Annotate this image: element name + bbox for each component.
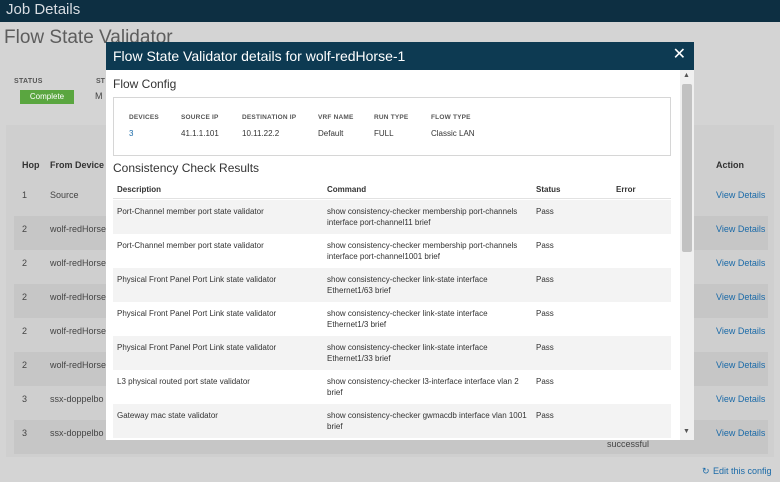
table-row: Physical Front Panel Port Link state val… xyxy=(113,302,671,336)
hop-cell: 2 xyxy=(22,326,28,336)
from-device-cell: wolf-redHorse xyxy=(50,360,107,370)
status-cell: Pass xyxy=(536,309,554,318)
hop-cell: 2 xyxy=(22,224,28,234)
from-device-column-header: From Device xyxy=(50,160,105,170)
error-column-header: Error xyxy=(616,185,636,194)
description-cell: Port-Channel member port state validator xyxy=(117,241,264,250)
flow-type-value: Classic LAN xyxy=(431,129,475,138)
source-ip-value: 41.1.1.101 xyxy=(181,129,219,138)
from-device-cell: wolf-redHorse xyxy=(50,258,107,268)
command-cell: show consistency-checker link-state inte… xyxy=(327,343,488,363)
source-ip-label: SOURCE IP xyxy=(181,114,219,121)
from-device-cell: Source xyxy=(50,190,79,200)
command-cell: show consistency-checker link-state inte… xyxy=(327,275,488,295)
refresh-icon: ↻ xyxy=(702,466,710,476)
view-details-link[interactable]: View Details xyxy=(716,190,765,200)
table-row: Gateway mac state validator show consist… xyxy=(113,404,671,438)
devices-value-link[interactable]: 3 xyxy=(129,129,133,138)
table-row: Physical Front Panel Port Link state val… xyxy=(113,336,671,370)
destination-ip-label: DESTINATION IP xyxy=(242,114,297,121)
modal-body: Flow Config DEVICES 3 SOURCE IP 41.1.1.1… xyxy=(106,70,680,440)
table-row: Port-Channel member port state validator… xyxy=(113,234,671,268)
description-cell: L3 physical routed port state validator xyxy=(117,377,250,386)
modal-header: Flow State Validator details for wolf-re… xyxy=(106,42,694,70)
app-header-title: Job Details xyxy=(6,1,81,18)
hop-cell: 3 xyxy=(22,428,28,438)
from-device-cell: wolf-redHorse xyxy=(50,292,107,302)
from-device-cell: wolf-redHorse xyxy=(50,224,107,234)
action-column-header: Action xyxy=(716,160,744,170)
edit-config-link[interactable]: Edit this config xyxy=(713,466,772,476)
flow-config-panel: DEVICES 3 SOURCE IP 41.1.1.101 DESTINATI… xyxy=(113,97,671,156)
status-cell: Pass xyxy=(536,377,554,386)
view-details-link[interactable]: View Details xyxy=(716,326,765,336)
command-column-header: Command xyxy=(327,185,367,194)
description-column-header: Description xyxy=(117,185,162,194)
table-row: Port-Channel member port state validator… xyxy=(113,200,671,234)
vrf-name-label: VRF NAME xyxy=(318,114,354,121)
vrf-name-value: Default xyxy=(318,129,344,138)
view-details-link[interactable]: View Details xyxy=(716,428,765,438)
scroll-up-arrow-icon[interactable]: ▲ xyxy=(683,72,690,79)
from-device-cell: ssx-doppelbo xyxy=(50,394,104,404)
hop-column-header: Hop xyxy=(22,160,40,170)
status-cell: Pass xyxy=(536,207,554,216)
scrollbar-thumb[interactable] xyxy=(682,84,692,252)
table-row: L3 physical routed port state validator … xyxy=(113,370,671,404)
results-table-header: Description Command Status Error xyxy=(113,182,671,199)
command-cell: show consistency-checker membership port… xyxy=(327,207,518,227)
status-label: STATUS xyxy=(14,78,43,85)
devices-label: DEVICES xyxy=(129,114,159,121)
flow-config-title: Flow Config xyxy=(113,77,177,91)
hop-cell: 3 xyxy=(22,394,28,404)
flow-validator-modal: Flow State Validator details for wolf-re… xyxy=(106,42,694,440)
secondary-status-label: ST xyxy=(96,78,105,85)
hop-cell: 1 xyxy=(22,190,28,200)
view-details-link[interactable]: View Details xyxy=(716,394,765,404)
status-column-header: Status xyxy=(536,185,561,194)
consistency-results-title: Consistency Check Results xyxy=(113,161,260,175)
view-details-link[interactable]: View Details xyxy=(716,292,765,302)
destination-ip-value: 10.11.22.2 xyxy=(242,129,280,138)
secondary-status-value: M xyxy=(95,91,103,101)
description-cell: Gateway mac state validator xyxy=(117,411,218,420)
status-cell: Pass xyxy=(536,411,554,420)
status-badge: Complete xyxy=(20,90,74,104)
description-cell: Physical Front Panel Port Link state val… xyxy=(117,343,277,352)
modal-title: Flow State Validator details for wolf-re… xyxy=(113,48,406,64)
view-details-link[interactable]: View Details xyxy=(716,224,765,234)
from-device-cell: wolf-redHorse xyxy=(50,326,107,336)
from-device-cell: ssx-doppelbo xyxy=(50,428,104,438)
view-details-link[interactable]: View Details xyxy=(716,258,765,268)
scroll-down-arrow-icon[interactable]: ▼ xyxy=(683,428,690,435)
hop-cell: 2 xyxy=(22,360,28,370)
hop-cell: 2 xyxy=(22,258,28,268)
run-type-label: RUN TYPE xyxy=(374,114,409,121)
command-cell: show consistency-checker l3-interface in… xyxy=(327,377,519,397)
flow-type-label: FLOW TYPE xyxy=(431,114,471,121)
status-cell: Pass xyxy=(536,275,554,284)
command-cell: show consistency-checker gwmacdb interfa… xyxy=(327,411,527,431)
close-icon[interactable]: ✕ xyxy=(673,47,686,63)
command-cell: show consistency-checker membership port… xyxy=(327,241,518,261)
hop-cell: 2 xyxy=(22,292,28,302)
description-cell: Physical Front Panel Port Link state val… xyxy=(117,309,277,318)
description-cell: Physical Front Panel Port Link state val… xyxy=(117,275,277,284)
modal-scrollbar[interactable]: ▲ ▼ xyxy=(680,70,694,440)
description-cell: Port-Channel member port state validator xyxy=(117,207,264,216)
status-cell: Pass xyxy=(536,241,554,250)
table-row: Physical Front Panel Port Link state val… xyxy=(113,268,671,302)
status-cell: Pass xyxy=(536,343,554,352)
command-cell: show consistency-checker link-state inte… xyxy=(327,309,488,329)
app-header: Job Details xyxy=(0,0,780,22)
view-details-link[interactable]: View Details xyxy=(716,360,765,370)
error-cell-text: successful xyxy=(607,439,650,449)
run-type-value: FULL xyxy=(374,129,394,138)
